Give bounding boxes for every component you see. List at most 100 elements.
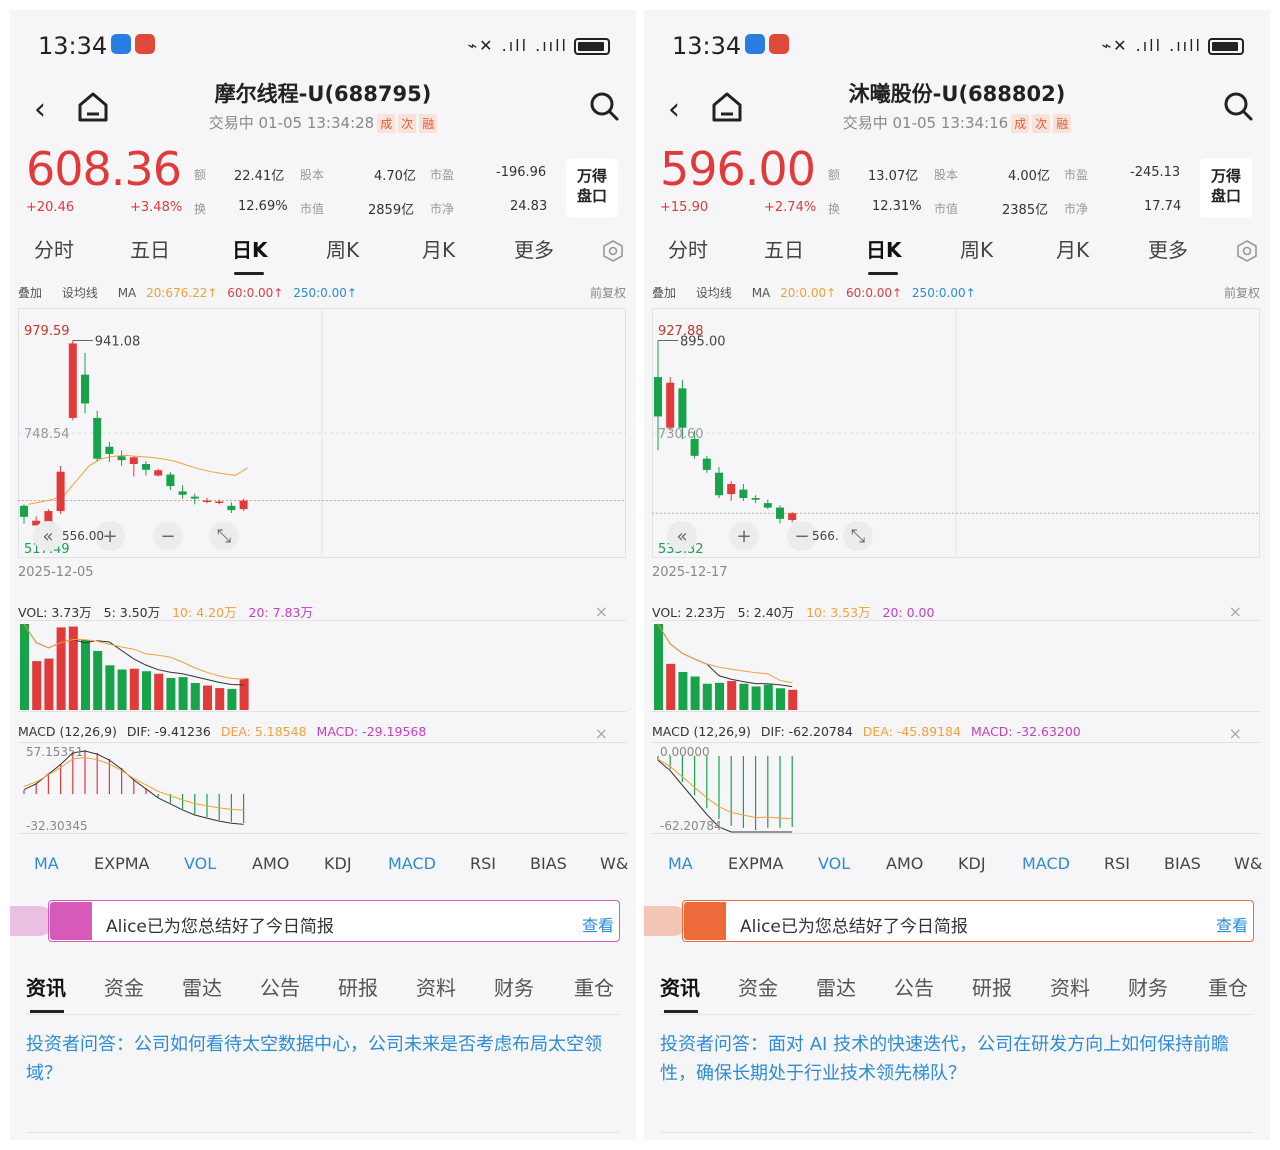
overlay-button[interactable]: 叠加 bbox=[652, 286, 676, 300]
adjust-mode[interactable]: 前复权 bbox=[1224, 284, 1260, 301]
tab-five-day[interactable]: 五日 bbox=[764, 234, 804, 263]
tab-more[interactable]: 更多 bbox=[1148, 234, 1188, 263]
news-tab-notices[interactable]: 公告 bbox=[260, 972, 300, 1001]
vol-bar bbox=[178, 677, 188, 710]
settings-icon[interactable] bbox=[1236, 240, 1258, 262]
settings-icon[interactable] bbox=[602, 240, 624, 262]
wind-quote-button[interactable]: 万得盘口 bbox=[1200, 158, 1252, 218]
overlay-button[interactable]: 叠加 bbox=[18, 286, 42, 300]
news-item[interactable]: 投资者问答：面对 AI 技术的快速迭代，公司在研发方向上如何保持前瞻性，确保长期… bbox=[660, 1030, 1256, 1088]
news-tab-funds[interactable]: 资金 bbox=[104, 972, 144, 1001]
tab-daily-k[interactable]: 日K bbox=[866, 234, 902, 263]
app-badge-icon bbox=[111, 34, 132, 54]
news-tab-notices[interactable]: 公告 bbox=[894, 972, 934, 1001]
last-price: 608.36 bbox=[26, 142, 182, 196]
news-tab-finance[interactable]: 财务 bbox=[1128, 972, 1168, 1001]
tab-monthly-k[interactable]: 月K bbox=[1056, 234, 1089, 263]
tab-intraday[interactable]: 分时 bbox=[668, 234, 708, 263]
vol-bar bbox=[751, 686, 761, 710]
ind-tab-expma[interactable]: EXPMA bbox=[94, 854, 149, 873]
close-vol-icon[interactable]: × bbox=[595, 602, 608, 621]
candle-body bbox=[68, 343, 77, 418]
close-vol-icon[interactable]: × bbox=[1229, 602, 1242, 621]
ind-tab-amo[interactable]: AMO bbox=[886, 854, 923, 873]
ind-tab-bias[interactable]: BIAS bbox=[530, 854, 567, 873]
stock-title: 沐曦股份-U(688802) bbox=[848, 82, 1066, 106]
vol-bar bbox=[129, 668, 139, 710]
vol-bar bbox=[727, 681, 737, 710]
macd-name: MACD (12,26,9) bbox=[652, 724, 751, 739]
tab-weekly-k[interactable]: 周K bbox=[326, 234, 359, 263]
news-tab-holdings[interactable]: 重仓 bbox=[1208, 972, 1248, 1001]
macd-bottom-label: -32.30345 bbox=[26, 819, 88, 833]
tab-daily-k[interactable]: 日K bbox=[232, 234, 268, 263]
ind-tab-vol[interactable]: VOL bbox=[818, 854, 850, 873]
vol-bar bbox=[227, 688, 237, 710]
news-tab-funds[interactable]: 资金 bbox=[738, 972, 778, 1001]
ind-tab-rsi[interactable]: RSI bbox=[1104, 854, 1130, 873]
tab-monthly-k[interactable]: 月K bbox=[422, 234, 455, 263]
stock-panel-left: 13:34 ⌁✕ .ıll .ııll ‹ 摩尔线程-U(688795) 交易中… bbox=[10, 10, 636, 1140]
close-macd-icon[interactable]: × bbox=[595, 724, 608, 743]
ma60-value: 60:0.00↑ bbox=[227, 286, 284, 300]
adjust-mode[interactable]: 前复权 bbox=[590, 284, 626, 301]
macd-dea: DEA: 5.18548 bbox=[220, 724, 307, 739]
ma-settings-button[interactable]: 设均线 bbox=[62, 286, 98, 300]
ma-label: MA bbox=[751, 286, 771, 300]
vol-value: VOL: 3.73万 bbox=[18, 605, 92, 620]
tab-five-day[interactable]: 五日 bbox=[130, 234, 170, 263]
ind-tab-kdj[interactable]: KDJ bbox=[324, 854, 352, 873]
close-macd-icon[interactable]: × bbox=[1229, 724, 1242, 743]
candle-body bbox=[93, 417, 102, 459]
ind-tab-macd[interactable]: MACD bbox=[1022, 854, 1070, 873]
search-icon[interactable] bbox=[1222, 90, 1254, 122]
ind-tab-vol[interactable]: VOL bbox=[184, 854, 216, 873]
ind-tab-amo[interactable]: AMO bbox=[252, 854, 289, 873]
candle-body bbox=[129, 457, 138, 465]
vol-bar bbox=[678, 671, 688, 710]
news-tab-holdings[interactable]: 重仓 bbox=[574, 972, 614, 1001]
alice-view-link[interactable]: 查看 bbox=[1216, 912, 1248, 936]
ind-tab-bias[interactable]: BIAS bbox=[1164, 854, 1201, 873]
signal-icon: ⌁✕ .ıll .ııll bbox=[1101, 36, 1202, 55]
metric-label: 股本 bbox=[934, 168, 959, 182]
alice-view-link[interactable]: 查看 bbox=[582, 912, 614, 936]
vol-value: VOL: 2.23万 bbox=[652, 605, 726, 620]
search-icon[interactable] bbox=[588, 90, 620, 122]
ind-tab-rsi[interactable]: RSI bbox=[470, 854, 496, 873]
news-tab-info[interactable]: 资讯 bbox=[660, 972, 700, 1001]
news-tab-research[interactable]: 研报 bbox=[972, 972, 1012, 1001]
ind-tab-ma[interactable]: MA bbox=[34, 854, 59, 873]
candlestick-chart[interactable]: 927.88730.60533.32895.00«+−⤡566. bbox=[652, 308, 1260, 558]
ma-row: 叠加 设均线 MA 20:676.22↑ 60:0.00↑ 250:0.00↑ bbox=[18, 284, 357, 301]
tab-intraday[interactable]: 分时 bbox=[34, 234, 74, 263]
news-tab-info[interactable]: 资讯 bbox=[26, 972, 66, 1001]
news-tab-research[interactable]: 研报 bbox=[338, 972, 378, 1001]
macd-name: MACD (12,26,9) bbox=[18, 724, 117, 739]
ind-tab-kdj[interactable]: KDJ bbox=[958, 854, 986, 873]
ind-tab-macd[interactable]: MACD bbox=[388, 854, 436, 873]
tab-more[interactable]: 更多 bbox=[514, 234, 554, 263]
candle-body bbox=[203, 500, 211, 503]
ma-settings-button[interactable]: 设均线 bbox=[696, 286, 732, 300]
wind-quote-button[interactable]: 万得盘口 bbox=[566, 158, 618, 218]
news-item[interactable]: 投资者问答：公司如何看待太空数据中心，公司未来是否考虑布局太空领域？ bbox=[26, 1030, 622, 1088]
peak-label: 895.00 bbox=[680, 335, 726, 350]
news-tab-radar[interactable]: 雷达 bbox=[182, 972, 222, 1001]
news-tab-finance[interactable]: 财务 bbox=[494, 972, 534, 1001]
metric-value: 12.31% bbox=[872, 199, 922, 214]
vol-bar bbox=[739, 683, 749, 710]
candlestick-chart[interactable]: 979.59748.54517.49941.08«+−⤡556.00 bbox=[18, 308, 626, 558]
ind-tab-wr[interactable]: W& bbox=[1234, 854, 1262, 873]
ind-tab-wr[interactable]: W& bbox=[600, 854, 628, 873]
news-tab-profile[interactable]: 资料 bbox=[416, 972, 456, 1001]
news-tab-profile[interactable]: 资料 bbox=[1050, 972, 1090, 1001]
news-tab-radar[interactable]: 雷达 bbox=[816, 972, 856, 1001]
ind-tab-ma[interactable]: MA bbox=[668, 854, 693, 873]
candle-body bbox=[178, 491, 187, 495]
price-change-pct: +3.48% bbox=[130, 200, 183, 215]
ind-tab-expma[interactable]: EXPMA bbox=[728, 854, 783, 873]
ma60-value: 60:0.00↑ bbox=[846, 286, 903, 300]
tab-weekly-k[interactable]: 周K bbox=[960, 234, 993, 263]
last-price: 596.00 bbox=[660, 142, 816, 196]
